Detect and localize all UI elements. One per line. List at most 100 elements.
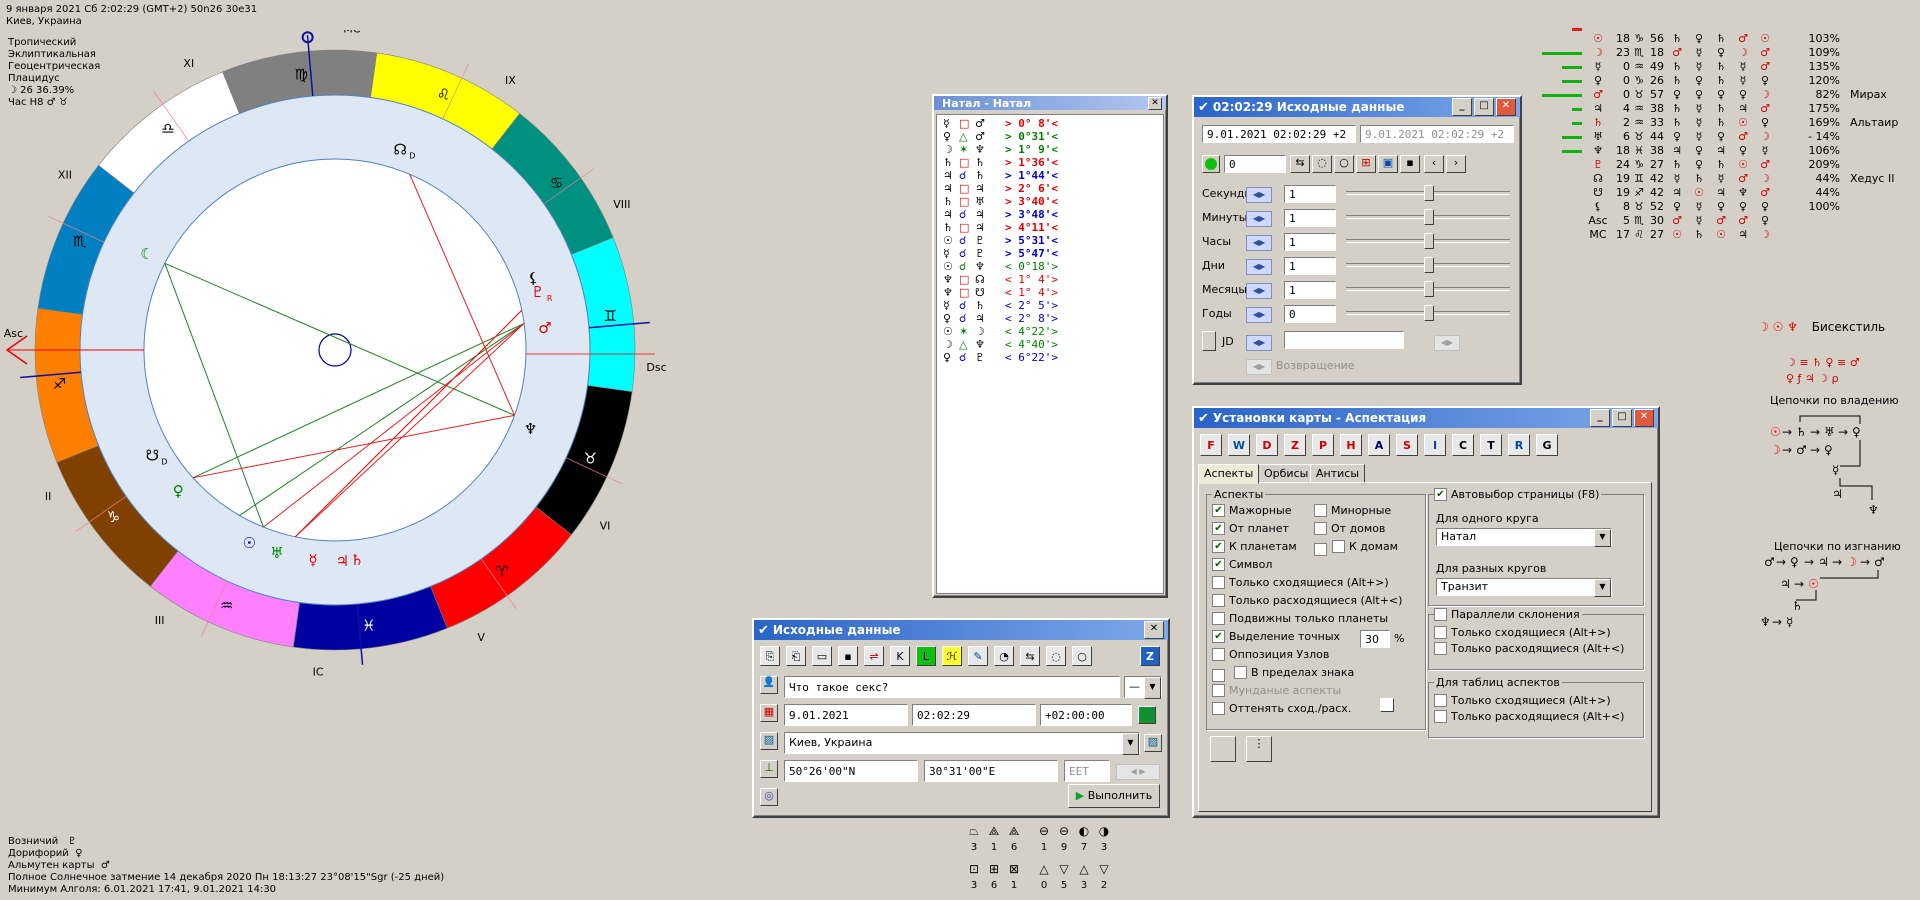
mode-a-button[interactable]: ◌ (1046, 646, 1066, 666)
planet-glyph[interactable]: ☾ (140, 245, 153, 263)
slider-knob[interactable] (1424, 305, 1434, 321)
planet-table-row[interactable]: ⚸ 8 ♉ 52 ♀ ☿ ♀ ♀ ♀ 100% (1530, 200, 1920, 214)
planet-glyph[interactable]: ♀ (173, 482, 184, 500)
aspect-option-checkbox[interactable]: В пределах знака (1234, 666, 1354, 679)
exact-percent-field[interactable]: 30 (1360, 630, 1390, 648)
close-icon[interactable]: ✕ (1634, 409, 1654, 427)
longitude-field[interactable]: 30°31'00"E (924, 760, 1058, 782)
planet-table-row[interactable]: ☋ 19 ♐ 42 ♃ ☉ ♃ ♆ ♂ 44% (1530, 186, 1920, 200)
planet-glyph[interactable]: ♅ (270, 544, 283, 562)
step-value[interactable]: 1 (1284, 209, 1336, 227)
planet-table-row[interactable]: ☿ 0 ♒ 49 ♄ ☿ ♄ ☿ ♂ 135% (1530, 60, 1920, 74)
input-window-titlebar[interactable]: ✔ Исходные данные ✕ (754, 620, 1168, 640)
planet-glyph[interactable]: ♆ (524, 420, 537, 438)
step-slider[interactable] (1346, 257, 1510, 273)
dst-indicator[interactable] (1138, 706, 1156, 724)
step-arrows[interactable]: ◀▶ (1246, 283, 1272, 299)
jd-step-arrows[interactable]: ◀▶ (1434, 335, 1460, 351)
mode-a-button[interactable]: ◌ (1312, 155, 1332, 173)
aspect-row[interactable]: ♄ □ ♃ > 4°11'< (943, 221, 1157, 234)
aspect-row[interactable]: ☽ ✶ ♆ > 1° 9'< (943, 143, 1157, 156)
aspect-row[interactable]: ♃ □ ♃ > 2° 6'< (943, 182, 1157, 195)
slider-knob[interactable] (1424, 233, 1434, 249)
mode-b-button[interactable]: ○ (1072, 646, 1092, 666)
coords-icon[interactable]: ⊥ (760, 760, 778, 778)
aspect-option-checkbox[interactable]: От домов (1314, 522, 1385, 535)
sync-button[interactable]: ⇆ (1290, 155, 1310, 173)
aspect-tool-c-button[interactable]: C (1452, 434, 1474, 456)
moon-button[interactable]: ◔ (994, 646, 1014, 666)
step-value[interactable]: 1 (1284, 185, 1336, 203)
calendar-icon[interactable]: ▦ (760, 704, 778, 722)
aspect-row[interactable]: ☉ ☌ ♇ > 5°31'< (943, 234, 1157, 247)
aspect-window-titlebar[interactable]: ✔ Установки карты - Аспектация _ □ ✕ (1194, 408, 1658, 428)
aspect-option-checkbox[interactable]: Минорные (1314, 504, 1391, 517)
aspect-option-checkbox[interactable]: ✔ Выделение точных (1212, 630, 1340, 643)
place-select[interactable]: Киев, Украина ▼ (784, 732, 1140, 755)
aspect-option-checkbox[interactable]: Оппозиция Узлов (1212, 648, 1329, 661)
h-button[interactable]: ℋ (942, 646, 962, 666)
natal-aspect-list[interactable]: ☿ □ ♂ > 0° 8'< ♀ △ ♂ > 0°31'< ☽ ✶ ♆ > 1° 9'< ♄ □ ♄ > 1°… (936, 114, 1164, 594)
aspect-tool-r-button[interactable]: R (1508, 434, 1530, 456)
planet-glyph[interactable]: ☊ (394, 140, 407, 158)
aspect-row[interactable]: ☉ ☌ ♆ < 0°18'> (943, 260, 1157, 273)
planet-table-row[interactable]: ♂ 0 ♉ 57 ♀ ♀ ♀ ♀ ☽ 82% Мирах (1530, 88, 1920, 102)
declination-checkbox[interactable]: Параллели склонения (1434, 608, 1582, 621)
planet-table-row[interactable]: ♆ 18 ♓ 38 ♃ ♀ ♃ ♀ ☿ 106% (1530, 144, 1920, 158)
jd-toggle[interactable] (1202, 331, 1216, 351)
l-button[interactable]: L (916, 646, 936, 666)
diff-circle-select[interactable]: Транзит ▼ (1436, 578, 1612, 597)
current-datetime-field[interactable]: 9.01.2021 02:02:29 +2 (1202, 125, 1356, 143)
step-counter[interactable]: 0 (1224, 155, 1286, 173)
aspect-row[interactable]: ☿ ☌ ♄ < 2° 5'> (943, 299, 1157, 312)
save-button[interactable]: ▪ (838, 646, 858, 666)
aspect-row[interactable]: ♀ ☌ ♇ < 6°22'> (943, 351, 1157, 364)
step-value[interactable]: 1 (1284, 281, 1336, 299)
save-icon[interactable]: ▪ (1400, 155, 1420, 173)
aspect-tool-g-button[interactable]: G (1536, 434, 1558, 456)
chart-button[interactable]: ⊞ (1356, 155, 1376, 173)
planet-glyph[interactable]: ♃ (336, 552, 349, 570)
sync-button[interactable]: ⇆ (1020, 646, 1040, 666)
swap-button[interactable]: ⇌ (864, 646, 884, 666)
maximize-icon[interactable]: □ (1474, 98, 1494, 116)
planet-table-row[interactable]: MC 17 ♌ 27 ☉ ♄ ☉ ♃ ☽ (1530, 228, 1920, 242)
close-icon[interactable]: ✕ (1144, 621, 1164, 639)
aspect-option-checkbox[interactable]: ✔ Символ (1212, 558, 1272, 571)
mode-b-button[interactable]: ○ (1334, 155, 1354, 173)
slider-knob[interactable] (1424, 185, 1434, 201)
planet-table-row[interactable]: ♄ 2 ♒ 33 ♄ ☿ ♄ ☉ ♀ 169% Альтаир (1530, 116, 1920, 130)
step-arrows[interactable]: ◀▶ (1246, 259, 1272, 275)
aspect-tool-i-button[interactable]: I (1424, 434, 1446, 456)
k-button[interactable]: K (890, 646, 910, 666)
aspect-option-checkbox[interactable]: К домам (1332, 540, 1398, 553)
planet-glyph[interactable]: ♄ (350, 551, 363, 569)
chart-name-combo[interactable]: — ▼ (1124, 676, 1162, 699)
aspect-option-checkbox[interactable]: Только сходящиеся (Alt+>) (1212, 576, 1389, 589)
aspect-tool-p-button[interactable]: P (1312, 434, 1334, 456)
planet-table-row[interactable]: Asc 5 ♏ 30 ♂ ☿ ♂ ♂ ♀ (1530, 214, 1920, 228)
close-icon[interactable]: ✕ (1148, 96, 1162, 110)
aspect-row[interactable]: ☉ ✶ ☽ < 4°22'> (943, 325, 1157, 338)
aspect-tool-a-button[interactable]: A (1368, 434, 1390, 456)
natal-window-titlebar[interactable]: Натал - Натал ✕ (934, 96, 1166, 110)
step-value[interactable]: 1 (1284, 233, 1336, 251)
aspect-option-checkbox[interactable]: ✔ К планетам (1212, 540, 1297, 553)
aspect-row[interactable]: ☿ ☌ ♇ > 5°47'< (943, 247, 1157, 260)
natal-chart-wheel[interactable]: ♌♋♊♉♈♓♒♑♐♏♎♍MCIXVIIIDscVIVICIIIIIAscXIIX… (0, 30, 760, 820)
step-arrows[interactable]: ◀▶ (1246, 211, 1272, 227)
step-slider[interactable] (1346, 209, 1510, 225)
aspect-option-checkbox[interactable]: Подвижны только планеты (1212, 612, 1388, 625)
map-icon[interactable]: ▨ (760, 732, 778, 750)
planet-table-row[interactable]: ☊ 19 ♊ 42 ☿ ♄ ☿ ♂ ☽ 44% Хедус II (1530, 172, 1920, 186)
copy-button[interactable]: ⎘ (760, 646, 780, 666)
planet-glyph[interactable]: ♂ (538, 319, 551, 337)
jd-field[interactable] (1284, 331, 1404, 349)
planet-glyph[interactable]: ⚸ (528, 269, 539, 287)
aspect-tool-f-button[interactable]: F (1200, 434, 1222, 456)
step-slider[interactable] (1346, 281, 1510, 297)
step-arrows[interactable]: ◀▶ (1246, 187, 1272, 203)
planet-table-row[interactable]: ☽ 23 ♏ 18 ♂ ☿ ♀ ☽ ♂ 109% (1530, 46, 1920, 60)
aspect-option-checkbox[interactable]: ✔ Мажорные (1212, 504, 1292, 517)
blank-button[interactable] (1210, 736, 1236, 762)
